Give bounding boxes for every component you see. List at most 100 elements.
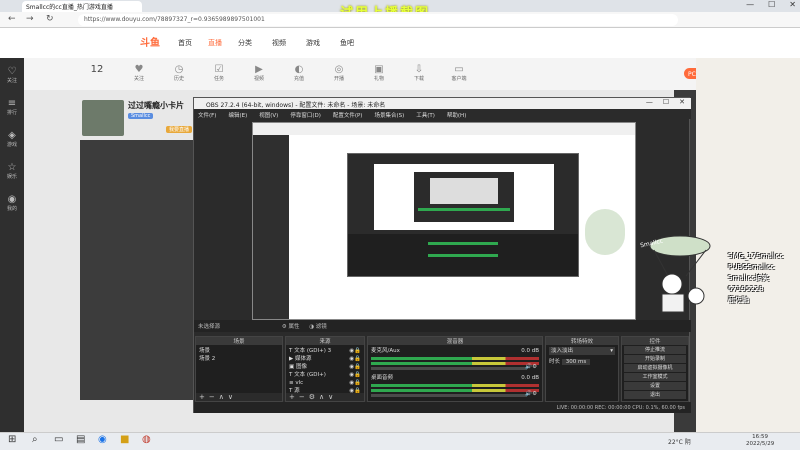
start-recording-button[interactable]: 开始录制 [624, 355, 686, 363]
eye-icon[interactable]: ◉🔒 [349, 347, 361, 355]
obs-icon[interactable]: ◍ [142, 434, 151, 445]
properties-button[interactable]: 属性 [288, 324, 299, 330]
refresh-icon[interactable]: ↻ [46, 14, 54, 24]
audio-meter [371, 357, 539, 360]
transition-select[interactable]: 淡入淡出 ▾ [549, 347, 615, 355]
nav-fishbar[interactable]: 鱼吧 [340, 38, 354, 48]
eye-icon[interactable]: ◉🔒 [349, 355, 361, 363]
tool-download[interactable]: ⇩ 下载 [406, 64, 432, 82]
golive-badge[interactable]: 我要直播 [166, 126, 193, 133]
anchor-avatar[interactable] [82, 100, 124, 136]
source-item[interactable]: T 文本 (GDI+) ◉🔒 [289, 371, 361, 379]
rail-mine[interactable]: ◉ 我的 [0, 194, 24, 212]
tool-follow[interactable]: ♥ 关注 [126, 64, 152, 82]
rail-follow[interactable]: ♡ 关注 [0, 66, 24, 84]
source-item[interactable]: T 文本 (GDI+) 3 ◉🔒 [289, 347, 361, 355]
remove-icon[interactable]: − [209, 393, 219, 401]
tool-count[interactable]: 12 [84, 64, 110, 75]
task-view-icon[interactable]: ▭ [54, 434, 63, 445]
scene-item[interactable]: 场景 2 [199, 355, 279, 363]
obs-title-bar: OBS 27.2.4 (64-bit, windows) - 配置文件: 未命名… [194, 98, 691, 109]
filters-button[interactable]: 滤镜 [316, 324, 327, 330]
nav-home[interactable]: 首页 [178, 38, 192, 48]
menu-scene-collection[interactable]: 场景集合(S) [374, 111, 404, 119]
browser-tab[interactable]: Smallcc的cc直播_热门游戏直播 [22, 1, 142, 12]
nav-live[interactable]: 直播 [208, 38, 222, 48]
anchor-name-badge[interactable]: Smallcc [128, 113, 154, 119]
window-controls: — ☐ ✕ [746, 0, 796, 12]
tool-client[interactable]: ▭ 客户端 [446, 64, 472, 82]
scene-item[interactable]: 场景 [199, 347, 279, 355]
taskbar-clock[interactable]: 16:59 2022/5/29 [746, 434, 774, 448]
app-icon[interactable]: ■ [120, 434, 129, 445]
rail-game[interactable]: ◈ 游戏 [0, 130, 24, 148]
scenes-dock: 场景 场景 场景 2 +−∧∨ [195, 336, 283, 402]
speaker-icon[interactable]: 🔊⚙ [525, 363, 537, 371]
weather-widget[interactable]: 22°C 阴 [668, 437, 691, 446]
virtual-camera-button[interactable]: 启动虚拟摄像机 [624, 364, 686, 372]
stop-streaming-button[interactable]: 停止推流 [624, 346, 686, 354]
maximize-icon[interactable]: ☐ [663, 98, 669, 106]
nav-category[interactable]: 分类 [238, 38, 252, 48]
preview-character [585, 209, 625, 255]
add-icon[interactable]: + [289, 393, 299, 401]
close-icon[interactable]: ✕ [789, 0, 796, 12]
settings-button[interactable]: 设置 [624, 382, 686, 390]
preview-nested-capture-2 [430, 178, 498, 204]
tool-history[interactable]: ◷ 历史 [166, 64, 192, 82]
eye-icon[interactable]: ◉🔒 [349, 371, 361, 379]
search-icon[interactable]: ⌕ [32, 434, 38, 445]
up-arrow-icon[interactable]: ∧ [219, 393, 228, 401]
tool-video[interactable]: ▶ 视频 [246, 64, 272, 82]
forward-icon[interactable]: → [26, 14, 34, 24]
menu-view[interactable]: 视图(V) [259, 111, 278, 119]
close-icon[interactable]: ✕ [679, 98, 685, 106]
studio-mode-button[interactable]: 工作室模式 [624, 373, 686, 381]
down-arrow-icon[interactable]: ∨ [228, 393, 237, 401]
source-item[interactable]: ▶ 媒体源 ◉🔒 [289, 355, 361, 363]
tool-task[interactable]: ☑ 任务 [206, 64, 232, 82]
filter-icon[interactable]: ◑ [309, 324, 314, 330]
site-logo[interactable]: 斗鱼 [140, 34, 160, 49]
eye-icon[interactable]: ◉🔒 [349, 379, 361, 387]
url-input[interactable]: https://www.douyu.com/78897327_r=0.93659… [78, 14, 678, 26]
rail-ent[interactable]: ☆ 娱乐 [0, 162, 24, 180]
up-arrow-icon[interactable]: ∧ [319, 393, 328, 401]
speaker-icon[interactable]: 🔊⚙ [525, 390, 537, 398]
menu-profile[interactable]: 配置文件(P) [333, 111, 363, 119]
menu-edit[interactable]: 编辑(E) [228, 111, 247, 119]
windows-start-icon[interactable]: ⊞ [8, 434, 16, 445]
menu-tools[interactable]: 工具(T) [416, 111, 435, 119]
add-icon[interactable]: + [199, 393, 209, 401]
sources-dock-footer: +−⚙∧∨ [286, 393, 364, 401]
folder-icon[interactable]: ▤ [76, 434, 85, 445]
nav-video[interactable]: 视频 [272, 38, 286, 48]
gear-icon[interactable]: ⚙ [309, 393, 319, 401]
eye-icon[interactable]: ◉🔒 [349, 363, 361, 371]
maximize-icon[interactable]: ☐ [768, 0, 775, 12]
edge-browser-icon[interactable]: ◉ [98, 434, 107, 445]
exit-button[interactable]: 退出 [624, 391, 686, 399]
source-item[interactable]: ≡ vlc ◉🔒 [289, 379, 361, 387]
tool-gift[interactable]: ▣ 礼物 [366, 64, 392, 82]
source-item[interactable]: ▣ 图像 ◉🔒 [289, 363, 361, 371]
duration-input[interactable]: 300 ms [561, 359, 591, 365]
rail-rank[interactable]: ≡ 排行 [0, 98, 24, 116]
menu-docks[interactable]: 停靠窗口(D) [290, 111, 321, 119]
tool-recharge[interactable]: ◐ 充值 [286, 64, 312, 82]
download-icon: ⇩ [414, 64, 424, 75]
menu-file[interactable]: 文件(F) [198, 111, 216, 119]
gear-icon[interactable]: ⚙ [282, 324, 287, 330]
back-icon[interactable]: ← [8, 14, 16, 24]
down-arrow-icon[interactable]: ∨ [328, 393, 337, 401]
volume-slider[interactable]: 🔊⚙ [371, 391, 537, 397]
minimize-icon[interactable]: — [746, 0, 754, 12]
tool-golive[interactable]: ◎ 开播 [326, 64, 352, 82]
nav-game[interactable]: 游戏 [306, 38, 320, 48]
minimize-icon[interactable]: — [646, 98, 653, 106]
volume-slider[interactable]: 🔊⚙ [371, 364, 537, 370]
remove-icon[interactable]: − [299, 393, 309, 401]
menu-help[interactable]: 帮助(H) [447, 111, 466, 119]
wallet-icon: ◐ [294, 64, 304, 75]
obs-preview[interactable] [252, 122, 636, 320]
